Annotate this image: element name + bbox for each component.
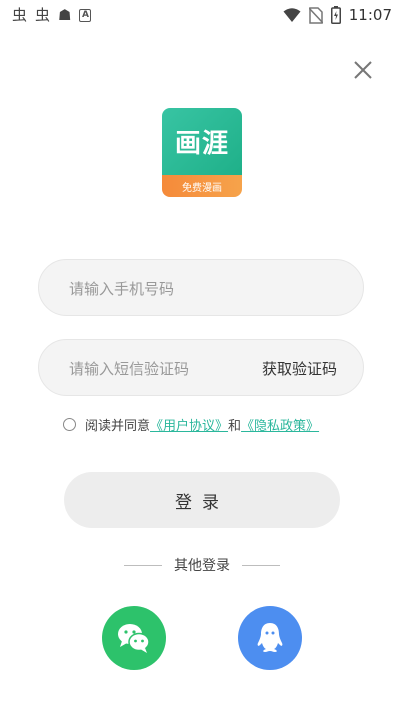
logo-subtitle: 免费漫画 <box>162 175 242 197</box>
wechat-login-button[interactable] <box>102 606 166 670</box>
close-icon <box>354 61 372 79</box>
battery-icon <box>330 6 341 24</box>
qq-login-button[interactable] <box>238 606 302 670</box>
qq-icon <box>257 623 283 652</box>
agreement-prefix: 阅读并同意 <box>85 419 151 434</box>
agreement-row: 阅读并同意 《用户协议》 和 《隐私政策》 <box>63 415 319 434</box>
bug-icon: 虫 <box>35 6 51 24</box>
other-login-label: 其他登录 <box>174 558 230 574</box>
phone-input[interactable] <box>67 260 271 317</box>
no-sim-icon <box>308 6 323 24</box>
other-login-divider: 其他登录 <box>0 555 404 575</box>
wifi-icon <box>283 8 301 22</box>
close-button[interactable] <box>349 56 377 84</box>
user-agreement-link[interactable]: 《用户协议》 <box>150 415 228 434</box>
logo-title: 画涯 <box>162 108 242 175</box>
divider-line <box>242 564 280 566</box>
status-right-icons: 11:07 <box>283 6 392 24</box>
a-icon: A <box>79 8 92 22</box>
sms-code-field: 获取验证码 <box>38 339 364 397</box>
phone-field <box>38 259 364 317</box>
status-time: 11:07 <box>348 6 392 24</box>
app-logo: 画涯 免费漫画 <box>162 108 242 197</box>
divider-line <box>124 564 162 566</box>
wechat-icon <box>118 624 150 653</box>
agreement-and: 和 <box>228 419 242 434</box>
status-left-icons: 虫 虫 ☗ A <box>12 6 92 24</box>
sms-code-input[interactable] <box>67 340 271 397</box>
login-button-label: 登录 <box>175 492 229 513</box>
get-code-button[interactable]: 获取验证码 <box>262 358 337 379</box>
privacy-policy-link[interactable]: 《隐私政策》 <box>241 415 319 434</box>
login-button[interactable]: 登录 <box>64 472 340 528</box>
agreement-checkbox[interactable] <box>63 418 76 431</box>
bug-icon: 虫 <box>12 6 28 24</box>
android-icon: ☗ <box>58 6 72 24</box>
status-bar: 虫 虫 ☗ A 11:07 <box>0 0 404 30</box>
